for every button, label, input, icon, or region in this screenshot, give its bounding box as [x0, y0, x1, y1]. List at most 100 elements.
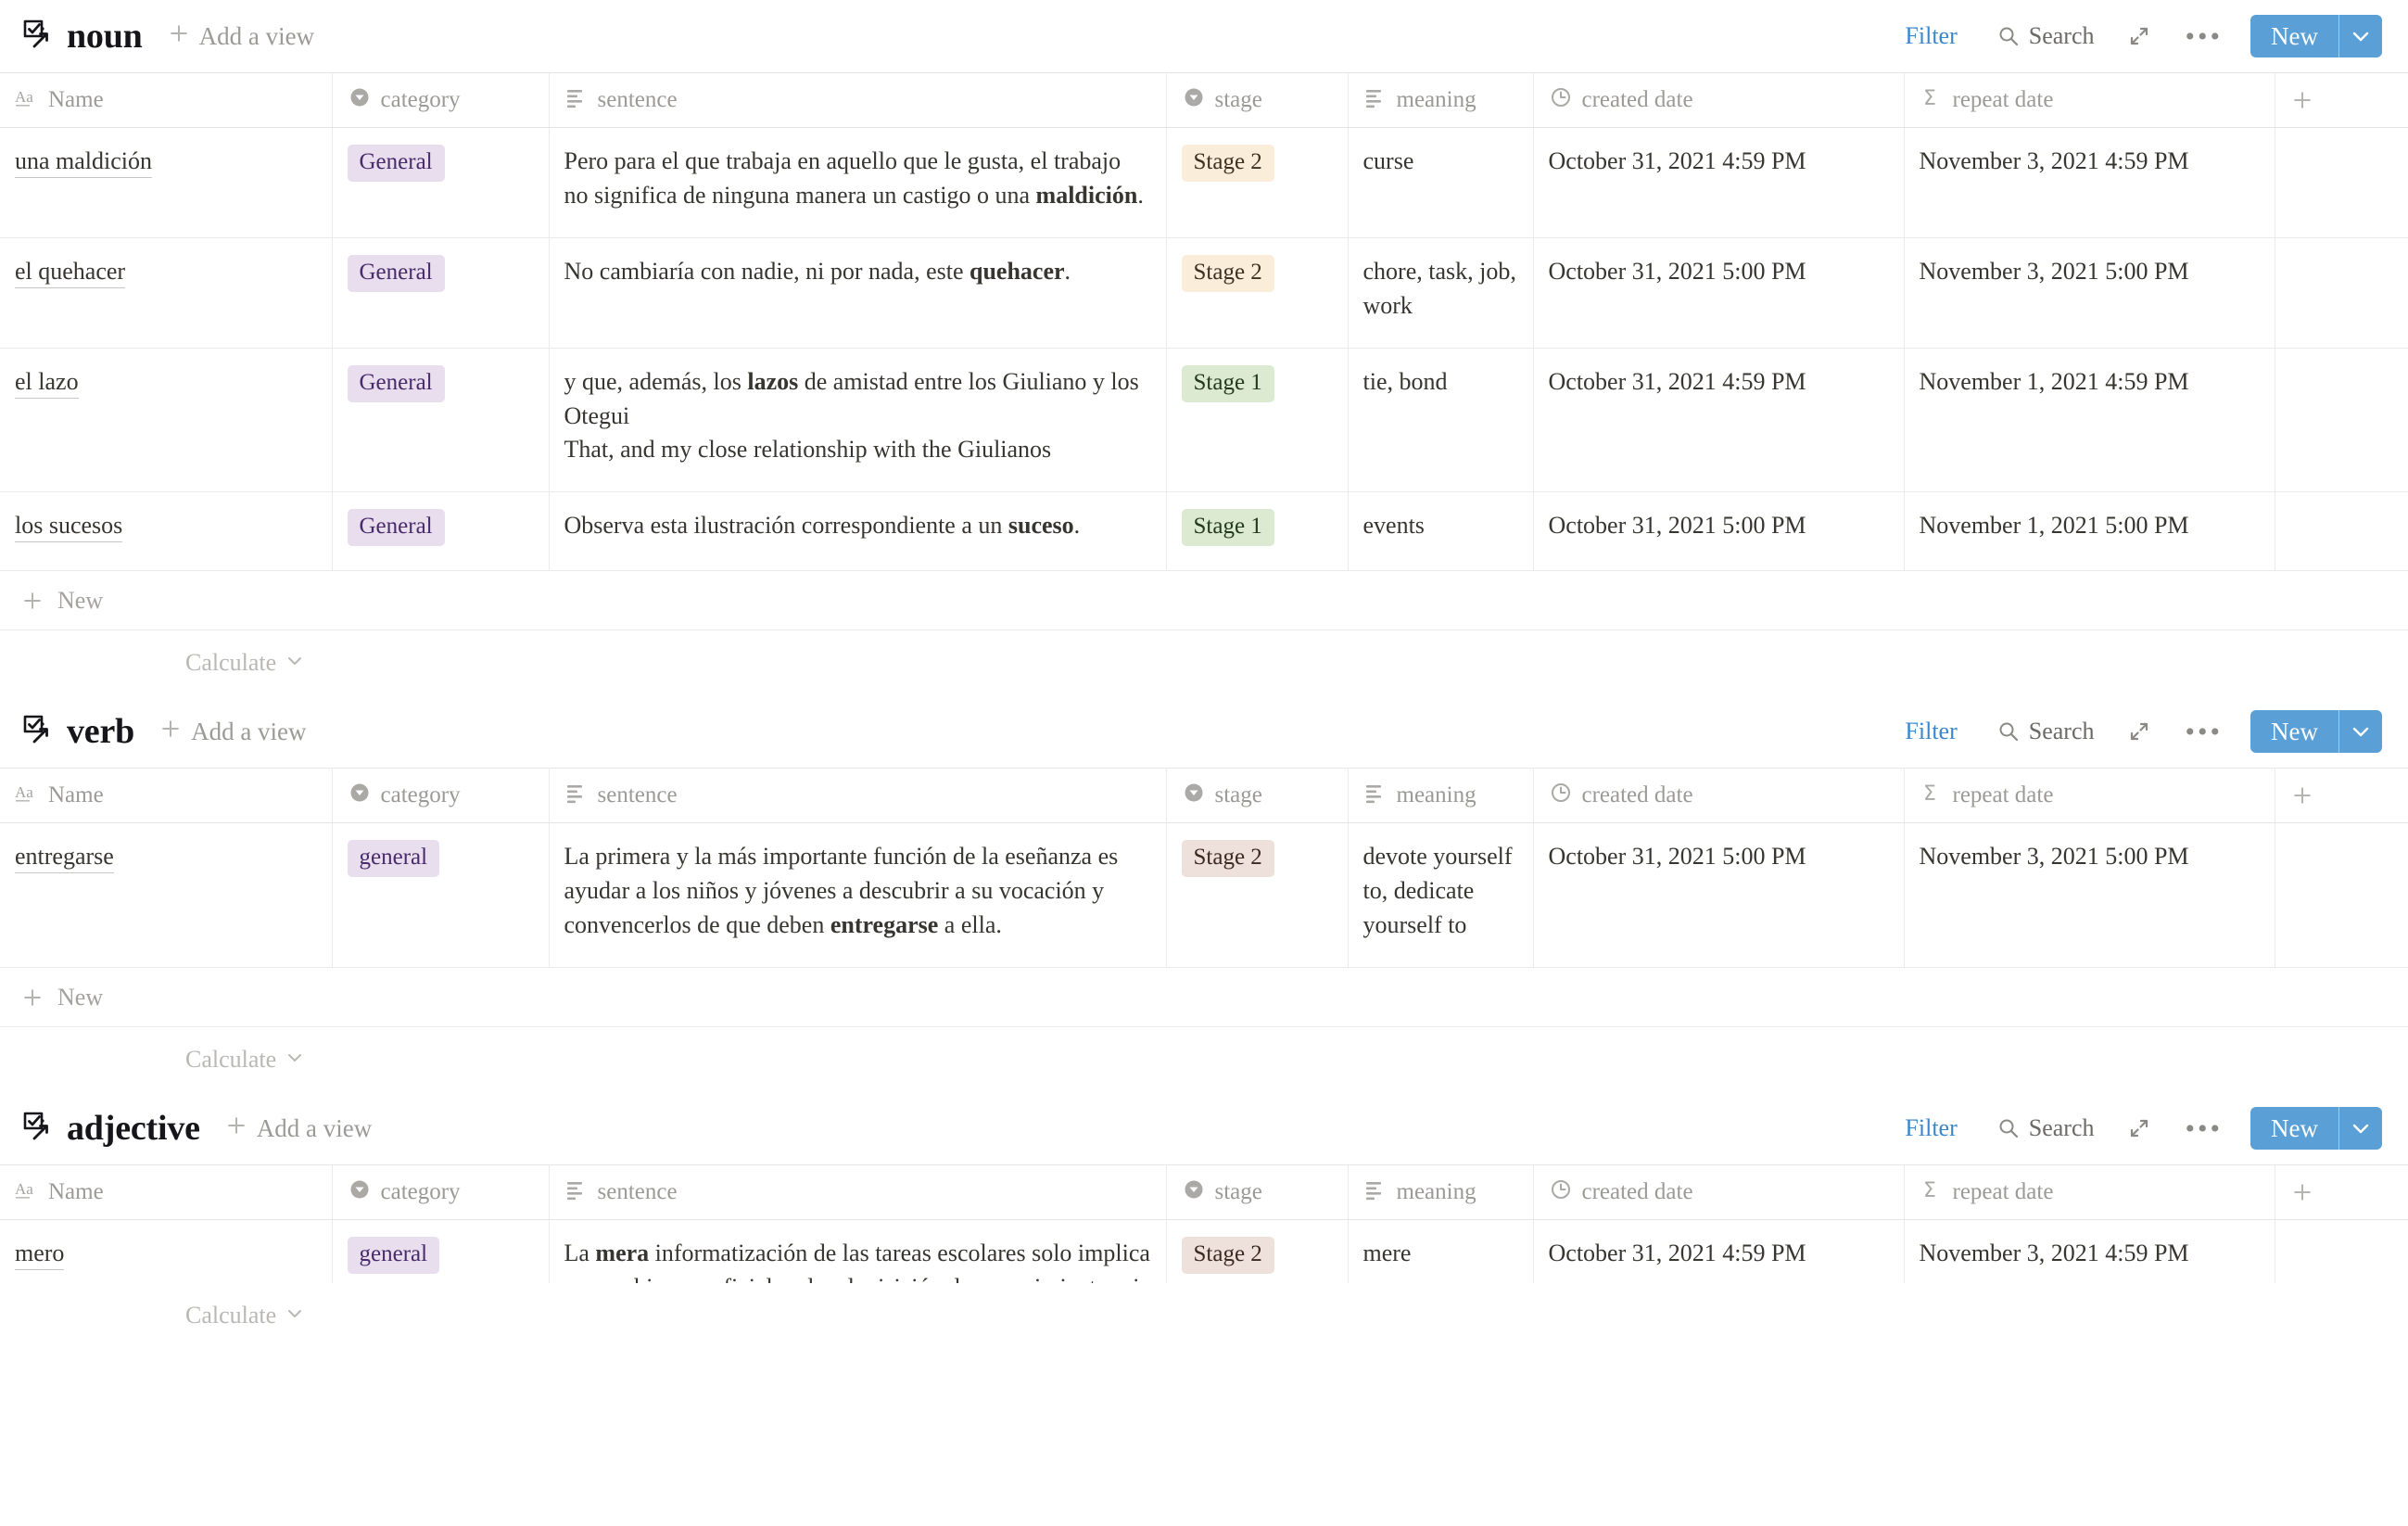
cell-sentence[interactable]: La mera informatización de las tareas es…: [549, 1219, 1167, 1284]
more-options-button[interactable]: •••: [2169, 22, 2240, 50]
row-name-link[interactable]: el quehacer: [15, 257, 126, 288]
add-column-button[interactable]: [2275, 768, 2408, 824]
cell-category[interactable]: general: [332, 1219, 550, 1284]
database-header-verb: verb Add a view Filter Search ••• New: [0, 695, 2408, 768]
cell-stage[interactable]: Stage 2: [1166, 237, 1349, 349]
new-button-dropdown[interactable]: [2339, 1107, 2382, 1150]
cell-stage[interactable]: Stage 1: [1166, 491, 1349, 572]
more-options-button[interactable]: •••: [2169, 718, 2240, 745]
new-record-row[interactable]: New: [0, 968, 2408, 1028]
more-options-button[interactable]: •••: [2169, 1114, 2240, 1142]
calculate-button[interactable]: Calculate: [0, 630, 2408, 695]
column-header-label: sentence: [597, 782, 678, 808]
cell-repeat-date[interactable]: November 3, 2021 5:00 PM: [1904, 822, 2275, 969]
column-header-inner: stage: [1182, 73, 1333, 127]
filter-button[interactable]: Filter: [1890, 712, 1981, 751]
cell-name[interactable]: los sucesos: [0, 491, 333, 572]
column-header-inner: category: [348, 73, 534, 127]
cell-repeat-date[interactable]: November 3, 2021 4:59 PM: [1904, 1219, 2275, 1284]
search-button[interactable]: Search: [1982, 1109, 2110, 1148]
cell-meaning[interactable]: devote yourself to, dedicate yourself to: [1348, 822, 1534, 969]
row-name-link[interactable]: el lazo: [15, 367, 79, 399]
add-a-view-button[interactable]: Add a view: [167, 21, 314, 52]
cell-stage[interactable]: Stage 2: [1166, 127, 1349, 238]
cell-created-date[interactable]: October 31, 2021 4:59 PM: [1533, 348, 1905, 493]
cell-category[interactable]: General: [332, 127, 550, 238]
database-table-verb: Aa Name category sentence stage meaning create…: [0, 768, 2408, 969]
row-name-link[interactable]: los sucesos: [15, 512, 123, 543]
database-toolbar: Filter Search ••• New: [1890, 1107, 2382, 1151]
row-name-link[interactable]: mero: [15, 1240, 65, 1271]
cell-repeat-date[interactable]: November 1, 2021 5:00 PM: [1904, 491, 2275, 572]
column-header-inner: meaning: [1363, 1165, 1518, 1219]
add-column-button[interactable]: [2275, 72, 2408, 128]
cell-meaning[interactable]: tie, bond: [1348, 348, 1534, 493]
add-column-button[interactable]: [2275, 1164, 2408, 1221]
new-record-row[interactable]: New: [0, 571, 2408, 631]
cell-repeat-date[interactable]: November 1, 2021 4:59 PM: [1904, 348, 2275, 493]
database-title-group: verb: [20, 713, 134, 751]
add-a-view-button[interactable]: Add a view: [224, 1113, 372, 1144]
cell-stage[interactable]: Stage 2: [1166, 822, 1349, 969]
cell-created-date[interactable]: October 31, 2021 4:59 PM: [1533, 127, 1905, 238]
plus-icon: [228, 1116, 245, 1134]
cell-created-date[interactable]: October 31, 2021 5:00 PM: [1533, 822, 1905, 969]
cell-stage[interactable]: Stage 1: [1166, 348, 1349, 493]
filter-button[interactable]: Filter: [1890, 17, 1981, 56]
new-button[interactable]: New: [2250, 15, 2382, 57]
expand-button[interactable]: [2110, 18, 2169, 55]
row-name-link[interactable]: entregarse: [15, 843, 114, 874]
cell-meaning[interactable]: events: [1348, 491, 1534, 572]
cell-created-date[interactable]: October 31, 2021 5:00 PM: [1533, 237, 1905, 349]
sentence-text: y que, además, los lazos de amistad entr…: [564, 367, 1139, 464]
column-header-inner: sentence: [564, 73, 1151, 127]
column-type-icon-wrap: [1363, 85, 1388, 116]
table-header-row: Aa Name category sentence stage meaning create…: [0, 1164, 2408, 1221]
cell-meaning[interactable]: curse: [1348, 127, 1534, 238]
cell-name[interactable]: entregarse: [0, 822, 333, 969]
calculate-button[interactable]: Calculate: [0, 1027, 2408, 1092]
expand-arrows-icon: [2130, 723, 2148, 741]
cell-repeat-date[interactable]: November 3, 2021 4:59 PM: [1904, 127, 2275, 238]
column-header-sentence: sentence: [549, 768, 1167, 824]
filter-button[interactable]: Filter: [1890, 1109, 1981, 1148]
cell-created-date[interactable]: October 31, 2021 5:00 PM: [1533, 491, 1905, 572]
column-header-label: meaning: [1396, 87, 1476, 112]
cell-meaning[interactable]: mere: [1348, 1219, 1534, 1284]
cell-sentence[interactable]: y que, además, los lazos de amistad entr…: [549, 348, 1167, 493]
cell-category[interactable]: general: [332, 822, 550, 969]
search-label: Search: [2028, 22, 2095, 49]
column-type-icon-wrap: [1549, 1177, 1573, 1208]
expand-button[interactable]: [2110, 713, 2169, 750]
expand-button[interactable]: [2110, 1110, 2169, 1147]
new-button-dropdown[interactable]: [2339, 710, 2382, 753]
cell-name[interactable]: el quehacer: [0, 237, 333, 349]
cell-sentence[interactable]: Observa esta ilustración correspondiente…: [549, 491, 1167, 572]
row-name-link[interactable]: una maldición: [15, 147, 153, 178]
cell-created-date[interactable]: October 31, 2021 4:59 PM: [1533, 1219, 1905, 1284]
cell-category[interactable]: General: [332, 491, 550, 572]
new-button-dropdown[interactable]: [2339, 15, 2382, 57]
cell-name[interactable]: una maldición: [0, 127, 333, 238]
column-header-inner: created date: [1549, 1165, 1889, 1219]
cell-meaning[interactable]: chore, task, job, work: [1348, 237, 1534, 349]
new-button[interactable]: New: [2250, 1107, 2382, 1151]
new-button[interactable]: New: [2250, 710, 2382, 754]
chevron-down-icon: [288, 657, 302, 666]
calculate-button[interactable]: Calculate: [0, 1283, 2408, 1348]
cell-category[interactable]: General: [332, 237, 550, 349]
cell-sentence[interactable]: La primera y la más importante función d…: [549, 822, 1167, 969]
search-button[interactable]: Search: [1982, 17, 2110, 56]
svg-text:Aa: Aa: [15, 88, 33, 106]
cell-repeat-date[interactable]: November 3, 2021 5:00 PM: [1904, 237, 2275, 349]
add-a-view-button[interactable]: Add a view: [158, 717, 307, 747]
cell-sentence[interactable]: No cambiaría con nadie, ni por nada, est…: [549, 237, 1167, 349]
cell-name[interactable]: el lazo: [0, 348, 333, 493]
column-header-inner: [2290, 769, 2393, 822]
search-button[interactable]: Search: [1982, 712, 2110, 751]
cell-stage[interactable]: Stage 2: [1166, 1219, 1349, 1284]
cell-category[interactable]: General: [332, 348, 550, 493]
column-header-label: sentence: [597, 87, 678, 112]
cell-name[interactable]: mero: [0, 1219, 333, 1284]
cell-sentence[interactable]: Pero para el que trabaja en aquello que …: [549, 127, 1167, 238]
